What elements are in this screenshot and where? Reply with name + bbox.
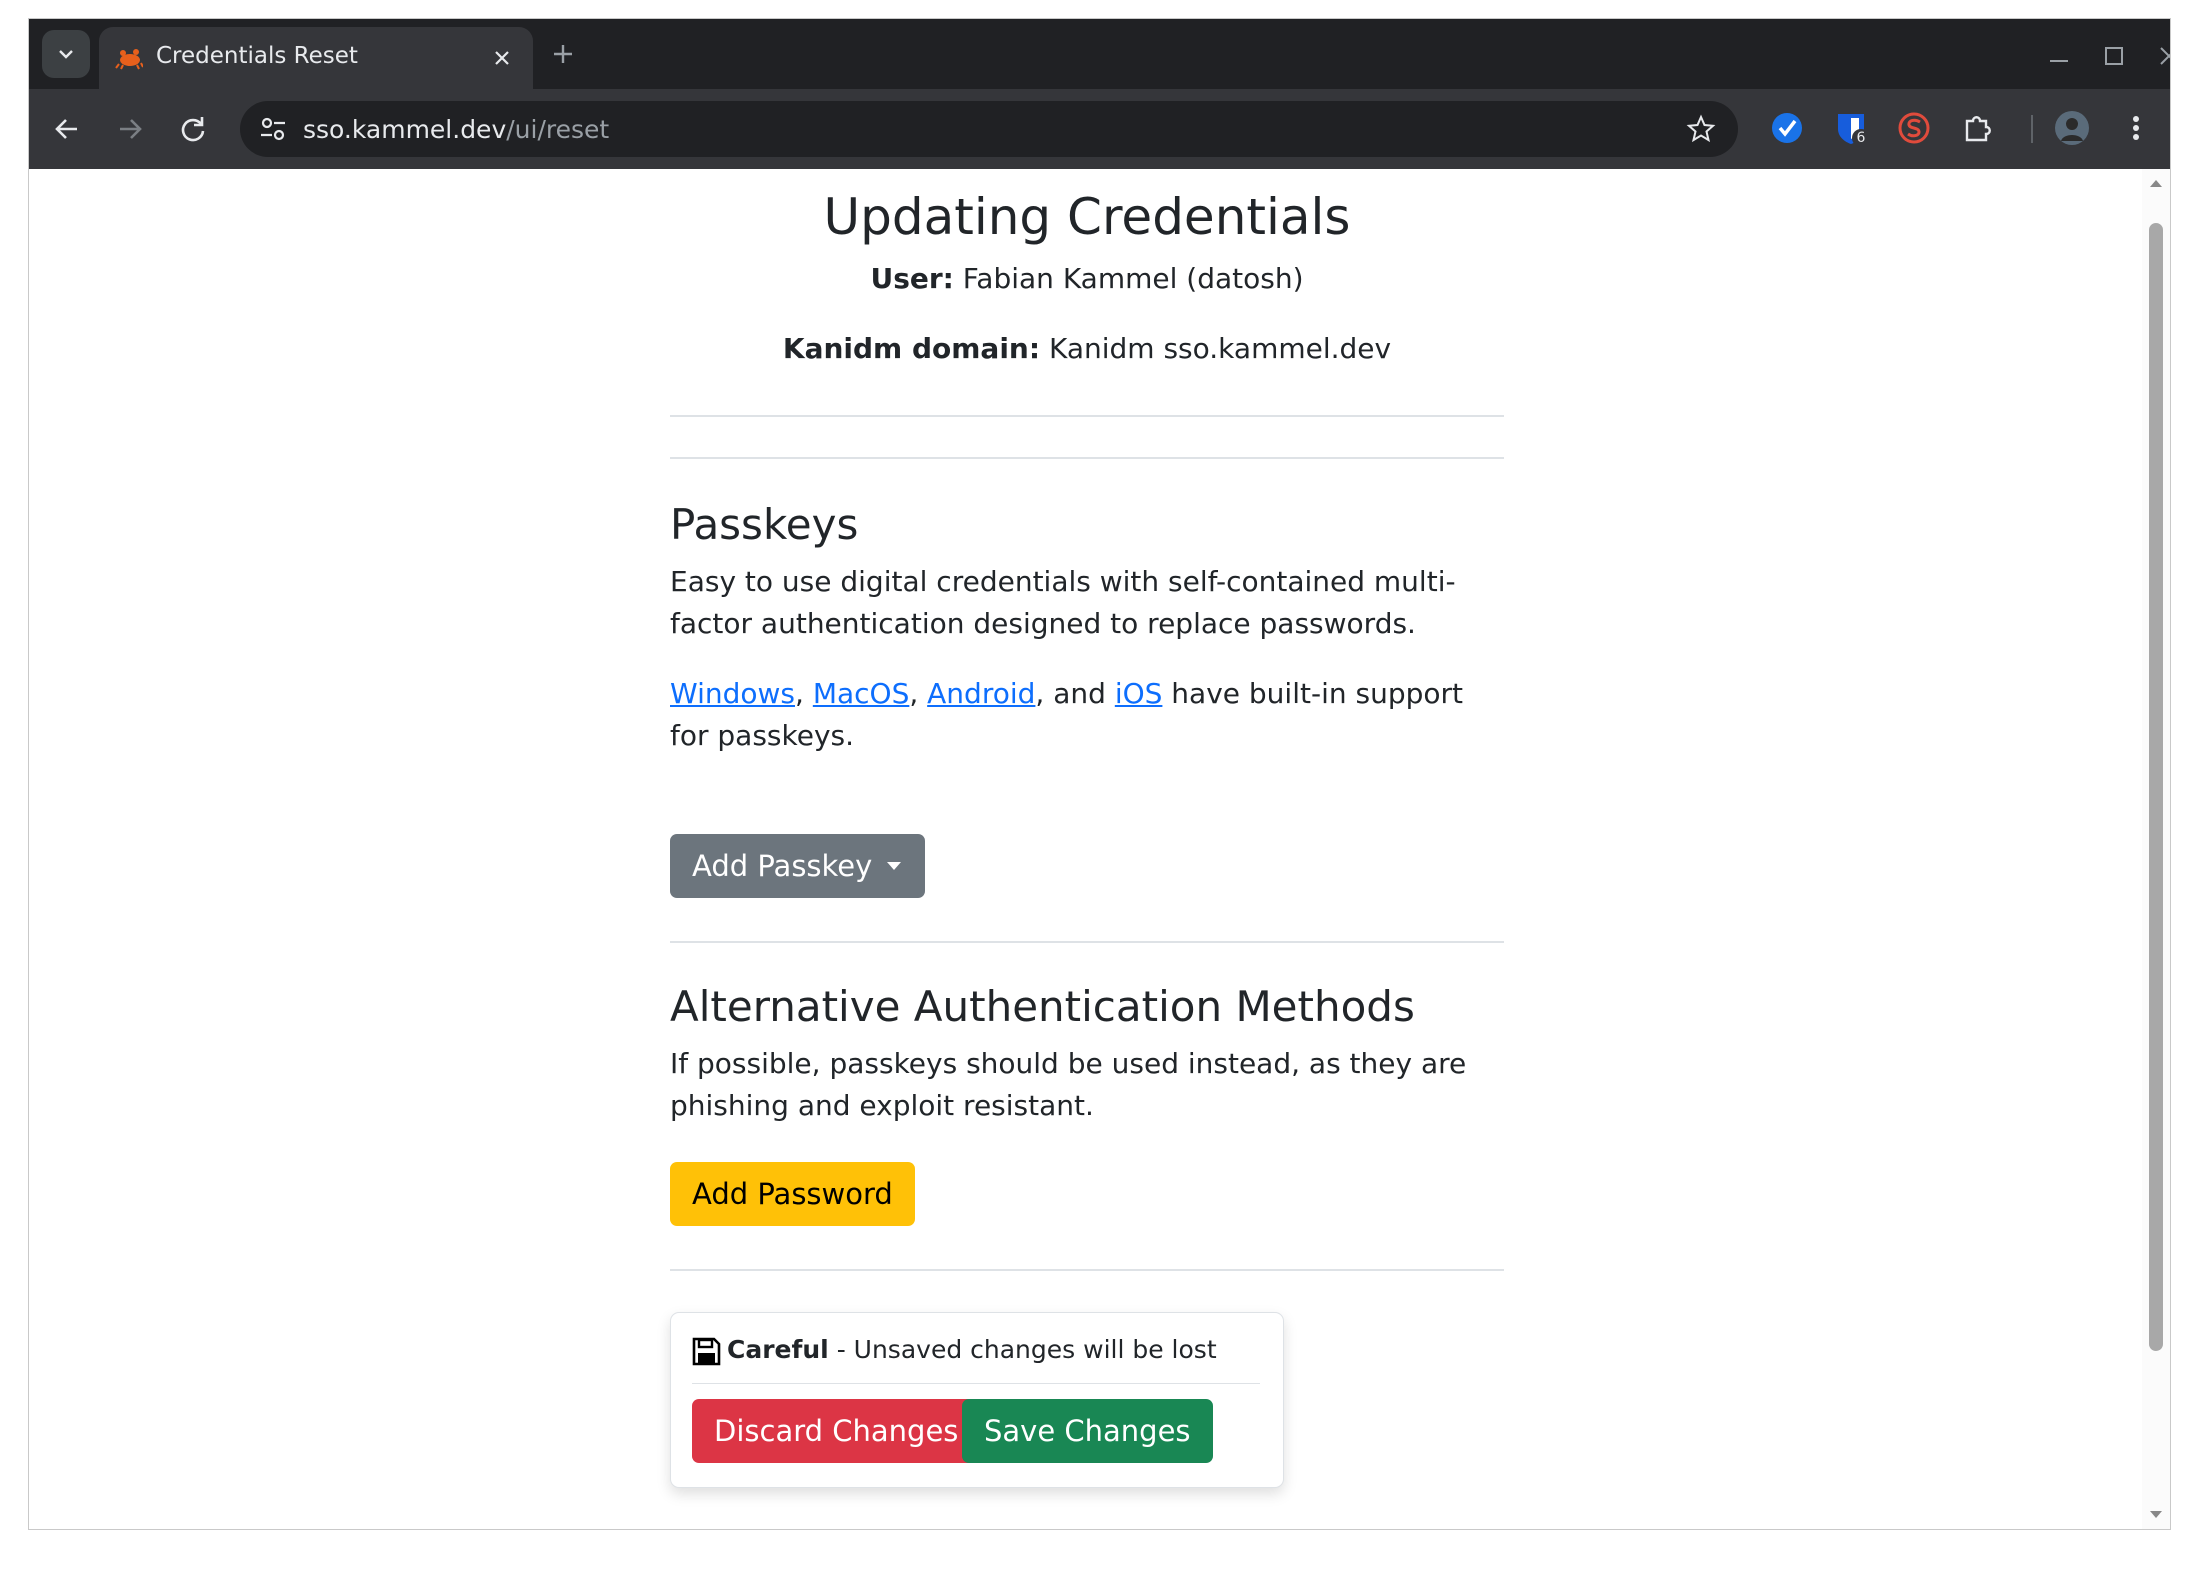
unsaved-warning: Careful - Unsaved changes will be lost (727, 1335, 1217, 1364)
profile-avatar-icon[interactable] (2053, 109, 2091, 147)
user-value: Fabian Kammel (datosh) (962, 262, 1304, 295)
separator-text: , (909, 677, 928, 710)
user-label: User: (870, 262, 954, 295)
browser-window: Credentials Reset sso.kammel.dev/ui/rese… (28, 18, 2171, 1530)
separator-text: , (795, 677, 813, 710)
back-arrow-icon[interactable] (49, 111, 85, 147)
divider (670, 415, 1504, 417)
chevron-down-icon (59, 50, 73, 59)
passkeys-support: Windows, MacOS, Android, and iOS have bu… (670, 673, 1504, 757)
add-passkey-button[interactable]: Add Passkey (670, 834, 925, 898)
browser-toolbar: sso.kammel.dev/ui/reset 6 (29, 89, 2170, 169)
card-divider (692, 1383, 1260, 1384)
extension-check-icon[interactable] (1768, 109, 1806, 147)
floppy-disk-icon (692, 1337, 721, 1366)
url-path: /ui/reset (506, 115, 610, 144)
forward-arrow-icon[interactable] (112, 111, 148, 147)
scroll-down-arrow-icon[interactable] (2148, 1509, 2164, 1521)
alt-auth-description: If possible, passkeys should be used ins… (670, 1047, 1467, 1122)
link-macos[interactable]: MacOS (813, 677, 910, 710)
unsaved-changes-card: Careful - Unsaved changes will be lost D… (670, 1312, 1284, 1488)
toolbar-separator (2031, 115, 2033, 143)
window-close-icon[interactable] (2156, 43, 2171, 69)
extension-s-logo-icon[interactable] (1895, 109, 1933, 147)
add-passkey-label: Add Passkey (692, 849, 873, 883)
link-ios[interactable]: iOS (1115, 677, 1163, 710)
domain-label: Kanidm domain: (782, 332, 1041, 365)
bookmark-star-icon[interactable] (1686, 114, 1716, 144)
kanidm-crab-icon (115, 49, 143, 70)
vertical-scrollbar[interactable] (2142, 169, 2170, 1529)
tab-strip: Credentials Reset (29, 19, 2170, 89)
scroll-up-arrow-icon[interactable] (2148, 177, 2164, 189)
divider (670, 457, 1504, 459)
new-tab-plus-icon[interactable] (549, 40, 577, 68)
tab-search-button[interactable] (42, 30, 90, 78)
bitwarden-extension[interactable]: 6 (1832, 109, 1870, 147)
alt-auth-heading: Alternative Authentication Methods (670, 982, 1415, 1031)
extensions-puzzle-icon[interactable] (1958, 109, 1996, 147)
discard-changes-button[interactable]: Discard Changes (692, 1399, 981, 1463)
url-text: sso.kammel.dev/ui/reset (303, 115, 609, 144)
passkeys-heading: Passkeys (670, 500, 859, 549)
maximize-icon[interactable] (2101, 43, 2127, 69)
site-settings-icon[interactable] (258, 115, 288, 143)
tab-title: Credentials Reset (156, 43, 358, 69)
close-icon[interactable] (489, 45, 515, 71)
save-changes-button[interactable]: Save Changes (962, 1399, 1213, 1463)
reload-icon[interactable] (175, 111, 211, 147)
divider (670, 1269, 1504, 1271)
add-password-button[interactable]: Add Password (670, 1162, 915, 1226)
passkeys-description: Easy to use digital credentials with sel… (670, 565, 1456, 640)
extension-badge: 6 (1852, 129, 1870, 147)
url-host: sso.kammel.dev (303, 115, 507, 144)
page-title: Updating Credentials (823, 188, 1351, 246)
address-bar[interactable]: sso.kammel.dev/ui/reset (240, 101, 1738, 157)
domain-line: Kanidm domain: Kanidm sso.kammel.dev (670, 331, 1504, 367)
divider (670, 941, 1504, 943)
user-line: User: Fabian Kammel (datosh) (670, 261, 1504, 297)
link-android[interactable]: Android (927, 677, 1035, 710)
unsaved-message: - Unsaved changes will be lost (828, 1335, 1217, 1364)
separator-text: , and (1035, 677, 1115, 710)
careful-label: Careful (727, 1335, 829, 1364)
minimize-icon[interactable] (2046, 43, 2072, 69)
domain-value: Kanidm sso.kammel.dev (1048, 332, 1392, 365)
link-windows[interactable]: Windows (670, 677, 795, 710)
active-tab[interactable]: Credentials Reset (99, 27, 533, 89)
menu-dots-icon[interactable] (2126, 109, 2146, 147)
page-content: Updating Credentials User: Fabian Kammel… (29, 169, 2143, 1529)
dropdown-caret-icon[interactable] (869, 834, 919, 898)
scrollbar-thumb[interactable] (2149, 223, 2163, 1351)
